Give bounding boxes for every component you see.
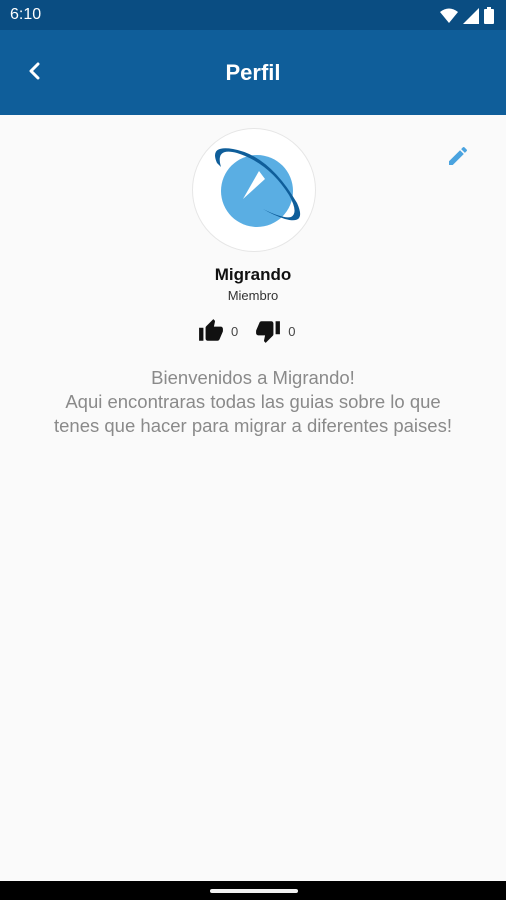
navigation-bar [0, 881, 506, 900]
planet-logo-icon [199, 133, 309, 248]
likes-count: 0 [231, 323, 239, 339]
dislikes-count: 0 [288, 323, 296, 339]
welcome-message: Bienvenidos a Migrando! Aqui encontraras… [10, 366, 496, 438]
pencil-icon [446, 144, 470, 173]
signal-icon [463, 7, 479, 29]
app-bar: Perfil [0, 30, 506, 115]
edit-profile-button[interactable] [444, 144, 472, 172]
page-title: Perfil [225, 60, 281, 85]
status-time: 6:10 [10, 6, 42, 23]
home-handle[interactable] [210, 889, 298, 893]
thumbs-down-icon[interactable] [254, 318, 282, 344]
profile-name: Migrando [214, 265, 292, 284]
battery-icon [484, 7, 494, 29]
status-bar: 6:10 [0, 0, 506, 30]
welcome-line-1: Bienvenidos a Migrando! [151, 367, 355, 388]
profile-role: Miembro [227, 288, 279, 303]
welcome-line-3: tenes que hacer para migrar a diferentes… [54, 415, 452, 436]
status-icons [440, 7, 494, 29]
thumbs-up-icon[interactable] [197, 318, 225, 344]
avatar [192, 128, 316, 252]
votes: 0 0 [197, 316, 311, 346]
wifi-icon [440, 8, 458, 29]
welcome-line-2: Aqui encontraras todas las guias sobre l… [65, 391, 441, 412]
